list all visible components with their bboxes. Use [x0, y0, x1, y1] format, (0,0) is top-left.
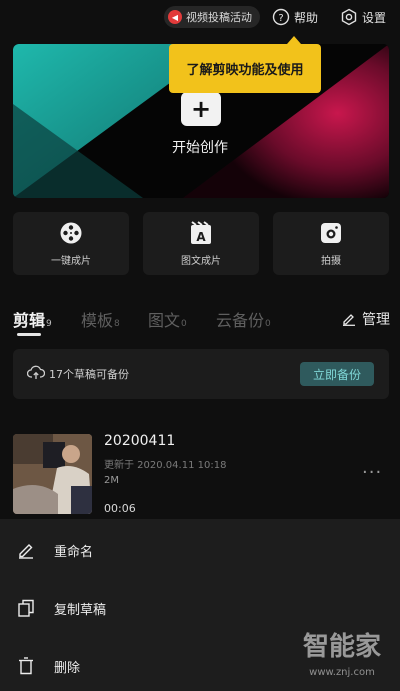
promo-button[interactable]: ◀ 视频投稿活动: [164, 6, 260, 28]
pencil-icon: [19, 544, 33, 559]
tab-templates-count: 8: [114, 319, 120, 329]
svg-text:A: A: [196, 230, 206, 244]
text-clapper-icon: A: [191, 220, 211, 244]
tab-text-image[interactable]: 图文0: [148, 307, 187, 331]
draft-action-sheet: 重命名 复制草稿 删除: [0, 519, 400, 691]
copy-icon: [18, 599, 34, 617]
tab-text-image-label: 图文: [148, 311, 181, 330]
tab-cloud-backup-count: 0: [265, 319, 271, 329]
cloud-upload-icon: [27, 365, 45, 379]
feature-tooltip[interactable]: 了解剪映功能及使用: [169, 36, 321, 93]
manage-label: 管理: [362, 312, 390, 328]
draft-thumbnail[interactable]: [13, 434, 92, 514]
draft-size: 2M: [104, 475, 119, 486]
settings-button[interactable]: 设置: [340, 6, 386, 28]
tab-templates-label: 模板: [81, 311, 114, 330]
draft-title[interactable]: 20200411: [104, 433, 175, 449]
help-button[interactable]: ? 帮助: [272, 6, 318, 28]
top-bar: ◀ 视频投稿活动 ? 帮助 设置: [0, 0, 400, 34]
start-creating-label: 开始创作: [172, 140, 228, 156]
svg-text:?: ?: [278, 13, 283, 24]
active-tab-indicator: [17, 333, 41, 336]
trash-icon: [19, 657, 33, 675]
more-options-icon[interactable]: ···: [362, 462, 382, 483]
one-click-video-label: 一键成片: [51, 255, 91, 267]
watermark-logo: 智能家: [302, 632, 381, 662]
camera-icon: [321, 222, 341, 243]
plus-icon[interactable]: +: [181, 92, 221, 126]
tab-text-image-count: 0: [181, 319, 187, 329]
draft-duration: 00:06: [104, 502, 136, 515]
backup-bar: 17个草稿可备份 立即备份: [13, 349, 389, 399]
watermark-url: www.znj.com: [309, 667, 375, 678]
copy-draft-label: 复制草稿: [54, 602, 107, 618]
megaphone-icon: ◀: [168, 10, 182, 24]
tab-edit[interactable]: 剪辑9: [13, 307, 52, 331]
backup-now-button[interactable]: 立即备份: [300, 362, 374, 386]
shoot-label: 拍摄: [321, 255, 341, 267]
manage-button[interactable]: 管理: [342, 309, 390, 329]
question-circle-icon: ?: [272, 8, 290, 26]
pencil-icon: [343, 314, 355, 326]
delete-label: 删除: [54, 660, 81, 676]
draft-thumbnail-image: [13, 434, 92, 514]
tab-cloud-backup-label: 云备份: [216, 311, 265, 330]
backup-text: 17个草稿可备份: [49, 368, 129, 381]
tab-templates[interactable]: 模板8: [81, 307, 120, 331]
settings-label: 设置: [362, 10, 387, 25]
promo-label: 视频投稿活动: [186, 11, 252, 24]
tab-cloud-backup[interactable]: 云备份0: [216, 307, 271, 331]
text-to-video-label: 图文成片: [181, 255, 221, 267]
rename-label: 重命名: [54, 544, 94, 560]
shoot-button[interactable]: 拍摄: [273, 212, 389, 275]
help-label: 帮助: [294, 10, 319, 25]
tab-edit-label: 剪辑: [13, 311, 46, 330]
gear-icon: [341, 8, 357, 26]
rename-menu-item[interactable]: 重命名: [0, 525, 400, 575]
film-reel-icon: [60, 222, 82, 243]
one-click-video-button[interactable]: 一键成片: [13, 212, 129, 275]
draft-updated-time: 更新于 2020.04.11 10:18: [104, 460, 227, 471]
tab-edit-count: 9: [46, 319, 52, 329]
text-to-video-button[interactable]: A 图文成片: [143, 212, 259, 275]
